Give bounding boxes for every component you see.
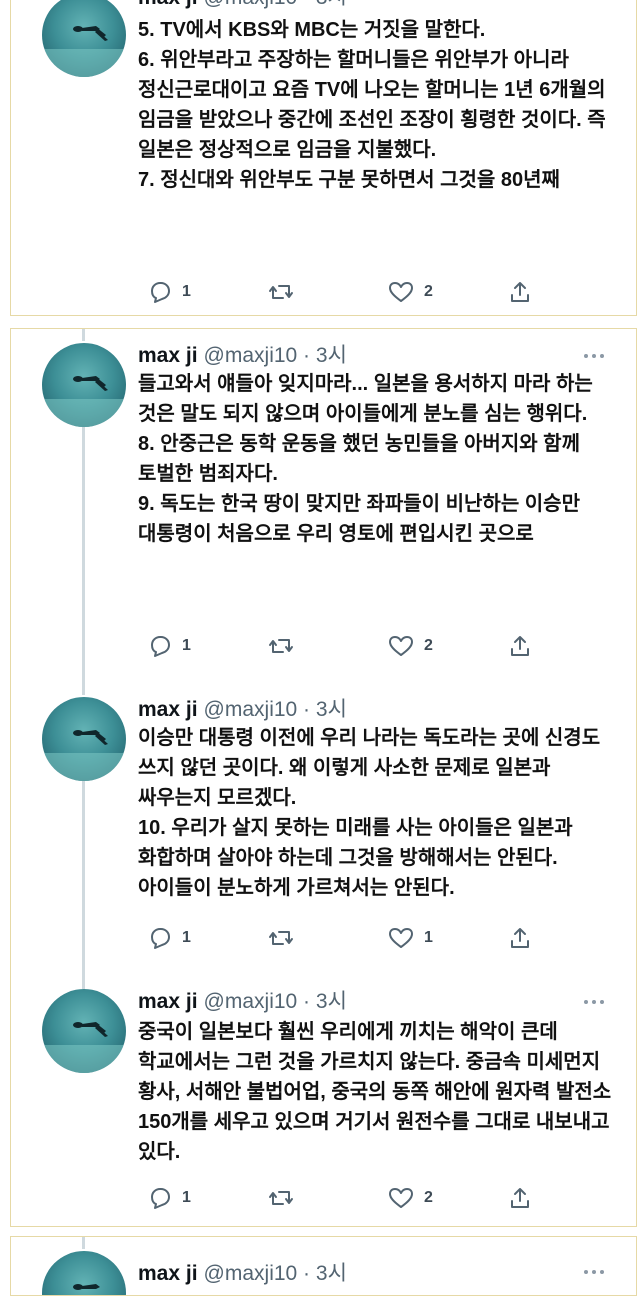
author-handle-time[interactable]: @maxji10 · 3시 <box>204 344 347 367</box>
like-count: 2 <box>424 637 433 654</box>
reply-button[interactable]: 1 <box>148 277 191 307</box>
author-name[interactable]: max ji <box>138 990 198 1013</box>
retweet-icon <box>269 1191 293 1205</box>
thread-connector <box>82 1237 85 1249</box>
reply-count: 1 <box>182 283 191 300</box>
tweet-text: 중국이 일본보다 훨씬 우리에게 끼치는 해악이 큰데 학교에서는 그런 것을 … <box>138 1021 617 1163</box>
diver-avatar-icon[interactable] <box>42 0 126 77</box>
reply-button[interactable]: 1 <box>148 631 191 661</box>
reply-icon <box>151 1188 170 1209</box>
author-name[interactable]: max ji <box>138 1262 198 1285</box>
like-button[interactable]: 2 <box>388 277 433 307</box>
retweet-icon <box>269 639 293 653</box>
retweet-icon <box>269 931 293 945</box>
tweet-header: max ji @maxji10 · 3시 <box>138 1259 347 1289</box>
author-name[interactable]: max ji <box>138 344 198 367</box>
retweet-button[interactable] <box>268 923 294 953</box>
diver-avatar-icon[interactable] <box>42 343 126 427</box>
author-handle-time[interactable]: @maxji10 · 3시 <box>204 698 347 721</box>
thread-connector <box>82 329 85 341</box>
heart-icon <box>389 636 413 656</box>
retweet-button[interactable] <box>268 631 294 661</box>
retweet-icon <box>269 285 293 299</box>
reply-button[interactable]: 1 <box>148 923 191 953</box>
author-name[interactable]: max ji <box>138 698 198 721</box>
retweet-button[interactable] <box>268 277 294 307</box>
like-button[interactable]: 1 <box>388 923 433 953</box>
reply-button[interactable]: 1 <box>148 1183 191 1213</box>
tweet-header: max ji @maxji10 · 3시 <box>138 0 347 13</box>
like-button[interactable]: 2 <box>388 1183 433 1213</box>
tweet-header: max ji @maxji10 · 3시 <box>138 987 347 1017</box>
share-button[interactable] <box>508 1183 532 1213</box>
tweet-card-1: max ji @maxji10 · 3시 5. TV에서 KBS와 MBC는 거짓… <box>10 0 637 316</box>
share-icon <box>511 636 529 656</box>
reply-count: 1 <box>182 637 191 654</box>
tweet-text: 5. TV에서 KBS와 MBC는 거짓을 말한다. 6. 위안부라고 주장하는… <box>138 19 606 191</box>
author-name[interactable]: max ji <box>138 0 198 9</box>
more-options-icon[interactable] <box>584 1267 608 1277</box>
tweet-header: max ji @maxji10 · 3시 <box>138 695 347 725</box>
like-count: 2 <box>424 283 433 300</box>
share-button[interactable] <box>508 923 532 953</box>
like-count: 1 <box>424 929 433 946</box>
reply-icon <box>151 636 170 657</box>
heart-icon <box>389 282 413 302</box>
share-icon <box>511 282 529 302</box>
tweet-card-3: max ji @maxji10 · 3시 <box>10 1236 637 1296</box>
reply-count: 1 <box>182 929 191 946</box>
more-options-icon[interactable] <box>584 351 608 361</box>
retweet-button[interactable] <box>268 1183 294 1213</box>
tweet-actions: 1 1 <box>138 923 538 953</box>
share-icon <box>511 1188 529 1208</box>
diver-avatar-icon[interactable] <box>42 989 126 1073</box>
tweet-text: 이승만 대통령 이전에 우리 나라는 독도라는 곳에 신경도 쓰지 않던 곳이다… <box>138 727 601 899</box>
tweet-header: max ji @maxji10 · 3시 <box>138 341 347 371</box>
author-handle-time[interactable]: @maxji10 · 3시 <box>204 990 347 1013</box>
tweet-text: 들고와서 얘들아 잊지마라... 일본을 용서하지 마라 하는 것은 말도 되지… <box>138 373 593 545</box>
reply-icon <box>151 928 170 949</box>
heart-icon <box>389 928 413 948</box>
share-button[interactable] <box>508 631 532 661</box>
heart-icon <box>389 1188 413 1208</box>
share-button[interactable] <box>508 277 532 307</box>
like-button[interactable]: 2 <box>388 631 433 661</box>
author-handle-time[interactable]: @maxji10 · 3시 <box>204 1262 347 1285</box>
like-count: 2 <box>424 1189 433 1206</box>
share-icon <box>511 928 529 948</box>
tweet-actions: 1 2 <box>138 631 538 661</box>
reply-icon <box>151 282 170 303</box>
diver-avatar-icon[interactable] <box>42 1251 126 1295</box>
tweet-actions: 1 2 <box>138 1183 538 1213</box>
author-handle-time[interactable]: @maxji10 · 3시 <box>204 0 347 9</box>
tweet-actions: 1 2 <box>138 277 538 307</box>
more-options-icon[interactable] <box>584 997 608 1007</box>
thread-connector <box>82 425 85 695</box>
tweet-card-2: max ji @maxji10 · 3시 들고와서 얘들아 잊지마라... 일본을… <box>10 328 637 1227</box>
reply-count: 1 <box>182 1189 191 1206</box>
diver-avatar-icon[interactable] <box>42 697 126 781</box>
thread-connector <box>82 779 85 989</box>
